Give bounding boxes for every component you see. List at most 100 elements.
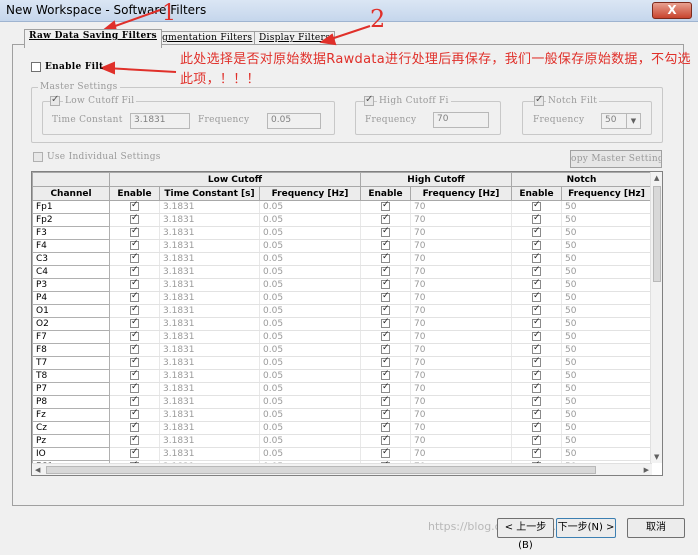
high-cutoff-checkbox[interactable] [364,94,374,106]
time-constant-cell[interactable]: 3.1831 [159,252,260,266]
high-enable-checkbox[interactable] [381,409,390,419]
high-enable-checkbox[interactable] [381,279,390,289]
notch-enable-checkbox[interactable] [532,370,541,380]
high-frequency-cell[interactable]: 70 [410,291,512,305]
low-frequency-cell[interactable]: 0.05 [259,395,361,409]
time-constant-cell[interactable]: 3.1831 [159,291,260,305]
notch-frequency-cell[interactable]: 50 [561,369,652,383]
notch-enable-checkbox[interactable] [532,266,541,276]
low-frequency-cell[interactable]: 0.05 [259,356,361,370]
high-frequency-cell[interactable]: 70 [410,382,512,396]
notch-enable-checkbox[interactable] [532,383,541,393]
high-frequency-cell[interactable]: 70 [410,330,512,344]
low-frequency-cell[interactable]: 0.05 [259,330,361,344]
notch-frequency-select[interactable]: 50 ▼ [601,113,641,129]
high-enable-checkbox[interactable] [381,318,390,328]
notch-enable-checkbox[interactable] [532,331,541,341]
notch-enable-checkbox[interactable] [532,279,541,289]
next-button[interactable]: 下一步(N) > [556,518,616,538]
channel-column-header[interactable]: Channel [32,186,110,201]
notch-enable-checkbox[interactable] [532,422,541,432]
time-constant-cell[interactable]: 3.1831 [159,330,260,344]
notch-enable-checkbox[interactable] [532,409,541,419]
horizontal-scrollbar[interactable]: ◀ ▶ [32,463,652,475]
high-frequency-column-header[interactable]: Frequency [Hz] [410,186,512,201]
time-constant-cell[interactable]: 3.1831 [159,317,260,331]
notch-frequency-cell[interactable]: 50 [561,291,652,305]
low-frequency-cell[interactable]: 0.05 [259,304,361,318]
high-frequency-cell[interactable]: 70 [410,239,512,253]
low-frequency-cell[interactable]: 0.05 [259,265,361,279]
notch-frequency-cell[interactable]: 50 [561,304,652,318]
low-cutoff-checkbox[interactable] [50,94,60,106]
horizontal-scroll-thumb[interactable] [46,466,596,474]
time-constant-cell[interactable]: 3.1831 [159,395,260,409]
notch-enable-checkbox[interactable] [532,240,541,250]
high-frequency-cell[interactable]: 70 [410,200,512,214]
high-enable-checkbox[interactable] [381,305,390,315]
notch-frequency-cell[interactable]: 50 [561,239,652,253]
low-enable-checkbox[interactable] [130,318,139,328]
low-enable-checkbox[interactable] [130,279,139,289]
scroll-up-icon[interactable]: ▲ [654,174,659,182]
low-enable-checkbox[interactable] [130,292,139,302]
notch-enable-checkbox[interactable] [532,318,541,328]
notch-frequency-cell[interactable]: 50 [561,252,652,266]
cancel-button[interactable]: 取消 [627,518,685,538]
high-enable-column-header[interactable]: Enable [360,186,411,201]
low-frequency-cell[interactable]: 0.05 [259,447,361,461]
low-frequency-field[interactable]: 0.05 [267,113,321,129]
high-frequency-cell[interactable]: 70 [410,369,512,383]
time-constant-cell[interactable]: 3.1831 [159,356,260,370]
notch-frequency-cell[interactable]: 50 [561,330,652,344]
low-enable-checkbox[interactable] [130,357,139,367]
low-enable-checkbox[interactable] [130,448,139,458]
notch-enable-checkbox[interactable] [532,344,541,354]
low-frequency-cell[interactable]: 0.05 [259,434,361,448]
high-frequency-cell[interactable]: 70 [410,447,512,461]
prev-button[interactable]: < 上一步(B) [497,518,554,551]
low-frequency-cell[interactable]: 0.05 [259,200,361,214]
low-enable-checkbox[interactable] [130,266,139,276]
high-frequency-cell[interactable]: 70 [410,395,512,409]
notch-frequency-cell[interactable]: 50 [561,213,652,227]
time-constant-cell[interactable]: 3.1831 [159,408,260,422]
time-constant-cell[interactable]: 3.1831 [159,434,260,448]
notch-frequency-cell[interactable]: 50 [561,317,652,331]
low-frequency-cell[interactable]: 0.05 [259,278,361,292]
notch-frequency-cell[interactable]: 50 [561,434,652,448]
notch-enable-column-header[interactable]: Enable [511,186,562,201]
low-frequency-cell[interactable]: 0.05 [259,382,361,396]
time-constant-cell[interactable]: 3.1831 [159,226,260,240]
high-enable-checkbox[interactable] [381,448,390,458]
notch-enable-checkbox[interactable] [532,214,541,224]
notch-frequency-cell[interactable]: 50 [561,382,652,396]
scroll-down-icon[interactable]: ▼ [654,453,659,461]
high-enable-checkbox[interactable] [381,253,390,263]
notch-enable-checkbox[interactable] [532,292,541,302]
notch-enable-checkbox[interactable] [532,448,541,458]
low-enable-checkbox[interactable] [130,240,139,250]
time-constant-cell[interactable]: 3.1831 [159,382,260,396]
notch-enable-checkbox[interactable] [532,396,541,406]
high-frequency-cell[interactable]: 70 [410,213,512,227]
time-constant-column-header[interactable]: Time Constant [s] [159,186,260,201]
notch-frequency-cell[interactable]: 50 [561,421,652,435]
copy-master-settings-button[interactable]: opy Master Setting [570,150,662,168]
time-constant-cell[interactable]: 3.1831 [159,239,260,253]
notch-frequency-cell[interactable]: 50 [561,265,652,279]
time-constant-cell[interactable]: 3.1831 [159,213,260,227]
high-enable-checkbox[interactable] [381,383,390,393]
high-frequency-cell[interactable]: 70 [410,226,512,240]
notch-frequency-cell[interactable]: 50 [561,278,652,292]
low-enable-checkbox[interactable] [130,305,139,315]
notch-frequency-column-header[interactable]: Frequency [Hz] [561,186,652,201]
notch-enable-checkbox[interactable] [532,305,541,315]
notch-frequency-cell[interactable]: 50 [561,408,652,422]
low-enable-checkbox[interactable] [130,344,139,354]
high-enable-checkbox[interactable] [381,396,390,406]
high-frequency-cell[interactable]: 70 [410,278,512,292]
notch-checkbox[interactable] [534,94,544,106]
low-frequency-column-header[interactable]: Frequency [Hz] [259,186,361,201]
time-constant-cell[interactable]: 3.1831 [159,343,260,357]
